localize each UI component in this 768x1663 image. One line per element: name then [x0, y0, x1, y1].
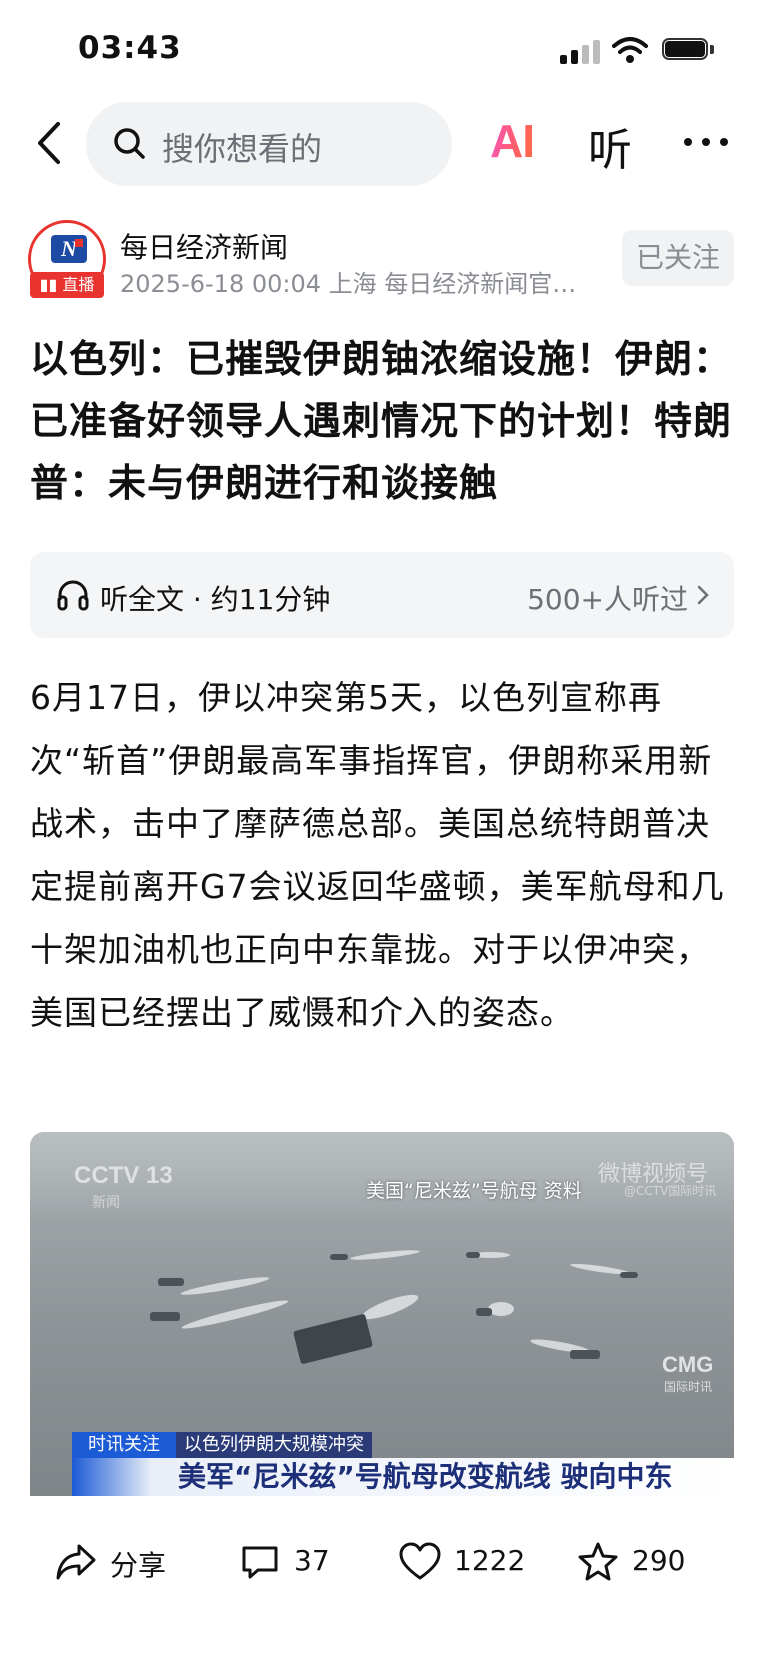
ship-shape — [570, 1350, 600, 1359]
cctv-logo: CCTV 13 — [74, 1162, 173, 1189]
more-icon[interactable] — [680, 126, 732, 156]
search-icon — [114, 128, 145, 159]
weibo-watermark-sub: @CCTV国际时讯 — [624, 1184, 717, 1198]
follow-button[interactable]: 已关注 — [622, 230, 734, 286]
share-label: 分享 — [110, 1549, 167, 1582]
listen-duration-text: 听全文 · 约11分钟 — [100, 583, 331, 616]
favorite-button[interactable]: 290 — [576, 1540, 706, 1584]
listen-full-text-bar[interactable]: 听全文 · 约11分钟 500+人听过 — [30, 552, 734, 638]
news-headline: 美军“尼米兹”号航母改变航线 驶向中东 — [72, 1458, 734, 1496]
author-name[interactable]: 每日经济新闻 — [120, 226, 288, 266]
listen-count: 500+人听过 — [527, 583, 688, 616]
heart-icon — [399, 1542, 441, 1580]
top-nav: 搜你想看的 AI 听 — [0, 96, 768, 192]
author-row: N ▮▮ 直播 每日经济新闻 2025-6-18 00:04 上海 每日经济新闻… — [0, 212, 768, 312]
cmg-logo-sub: 国际时讯 — [664, 1380, 713, 1394]
star-icon — [578, 1542, 618, 1581]
share-button[interactable]: 分享 — [54, 1540, 184, 1584]
search-input[interactable]: 搜你想看的 — [86, 102, 452, 186]
search-placeholder: 搜你想看的 — [162, 130, 323, 168]
comment-count: 37 — [294, 1544, 330, 1577]
article-title: 以色列：已摧毁伊朗铀浓缩设施！伊朗：已准备好领导人遇刺情况下的计划！特朗普：未与… — [30, 337, 733, 505]
tag-secondary: 以色列伊朗大规模冲突 — [176, 1432, 372, 1458]
ship-shape — [476, 1308, 492, 1316]
back-icon[interactable] — [30, 118, 70, 168]
post-meta: 2025-6-18 00:04 上海 每日经济新闻官方账号 — [120, 270, 600, 298]
carrier-shape — [292, 1313, 374, 1365]
tag-primary: 时讯关注 — [72, 1432, 176, 1458]
live-badge-label: 直播 — [62, 275, 95, 294]
battery-icon — [662, 38, 714, 62]
live-badge[interactable]: ▮▮ 直播 — [30, 272, 104, 298]
comment-icon — [242, 1546, 278, 1579]
publisher-logo-icon: N — [51, 235, 87, 263]
news-lower-third: 时讯关注 以色列伊朗大规模冲突 美军“尼米兹”号航母改变航线 驶向中东 — [72, 1432, 734, 1496]
comment-button[interactable]: 37 — [238, 1540, 348, 1584]
like-button[interactable]: 1222 — [398, 1540, 528, 1584]
favorite-count: 290 — [632, 1544, 686, 1577]
headphones-icon — [57, 580, 89, 611]
article-body: 6月17日，伊以冲突第5天，以色列宣称再次“斩首”伊朗最高军事指挥官，伊朗称采用… — [30, 678, 725, 1032]
ship-shape — [158, 1278, 184, 1286]
status-time: 03:43 — [78, 30, 182, 66]
ai-button[interactable]: AI — [490, 114, 535, 168]
like-count: 1222 — [454, 1544, 526, 1577]
signal-icon — [560, 38, 602, 64]
status-bar: 03:43 — [0, 0, 768, 96]
bottom-action-bar: 分享 37 1222 290 — [0, 1510, 768, 1610]
wifi-icon — [612, 37, 648, 63]
chevron-right-icon — [697, 585, 709, 605]
live-icon: ▮▮ — [39, 275, 63, 294]
cmg-logo: CMG — [662, 1352, 714, 1377]
image-caption: 美国“尼米兹”号航母 资料 — [366, 1180, 582, 1202]
ship-shape — [466, 1252, 480, 1258]
share-icon — [56, 1544, 96, 1580]
article-image[interactable]: CCTV 13 新闻 美国“尼米兹”号航母 资料 微博视频号 @CCTV国际时讯… — [30, 1132, 734, 1496]
ship-shape — [330, 1254, 348, 1260]
ship-shape — [620, 1272, 638, 1278]
cctv-logo-sub: 新闻 — [92, 1195, 120, 1211]
listen-button[interactable]: 听 — [588, 114, 632, 178]
ship-shape — [150, 1312, 180, 1321]
